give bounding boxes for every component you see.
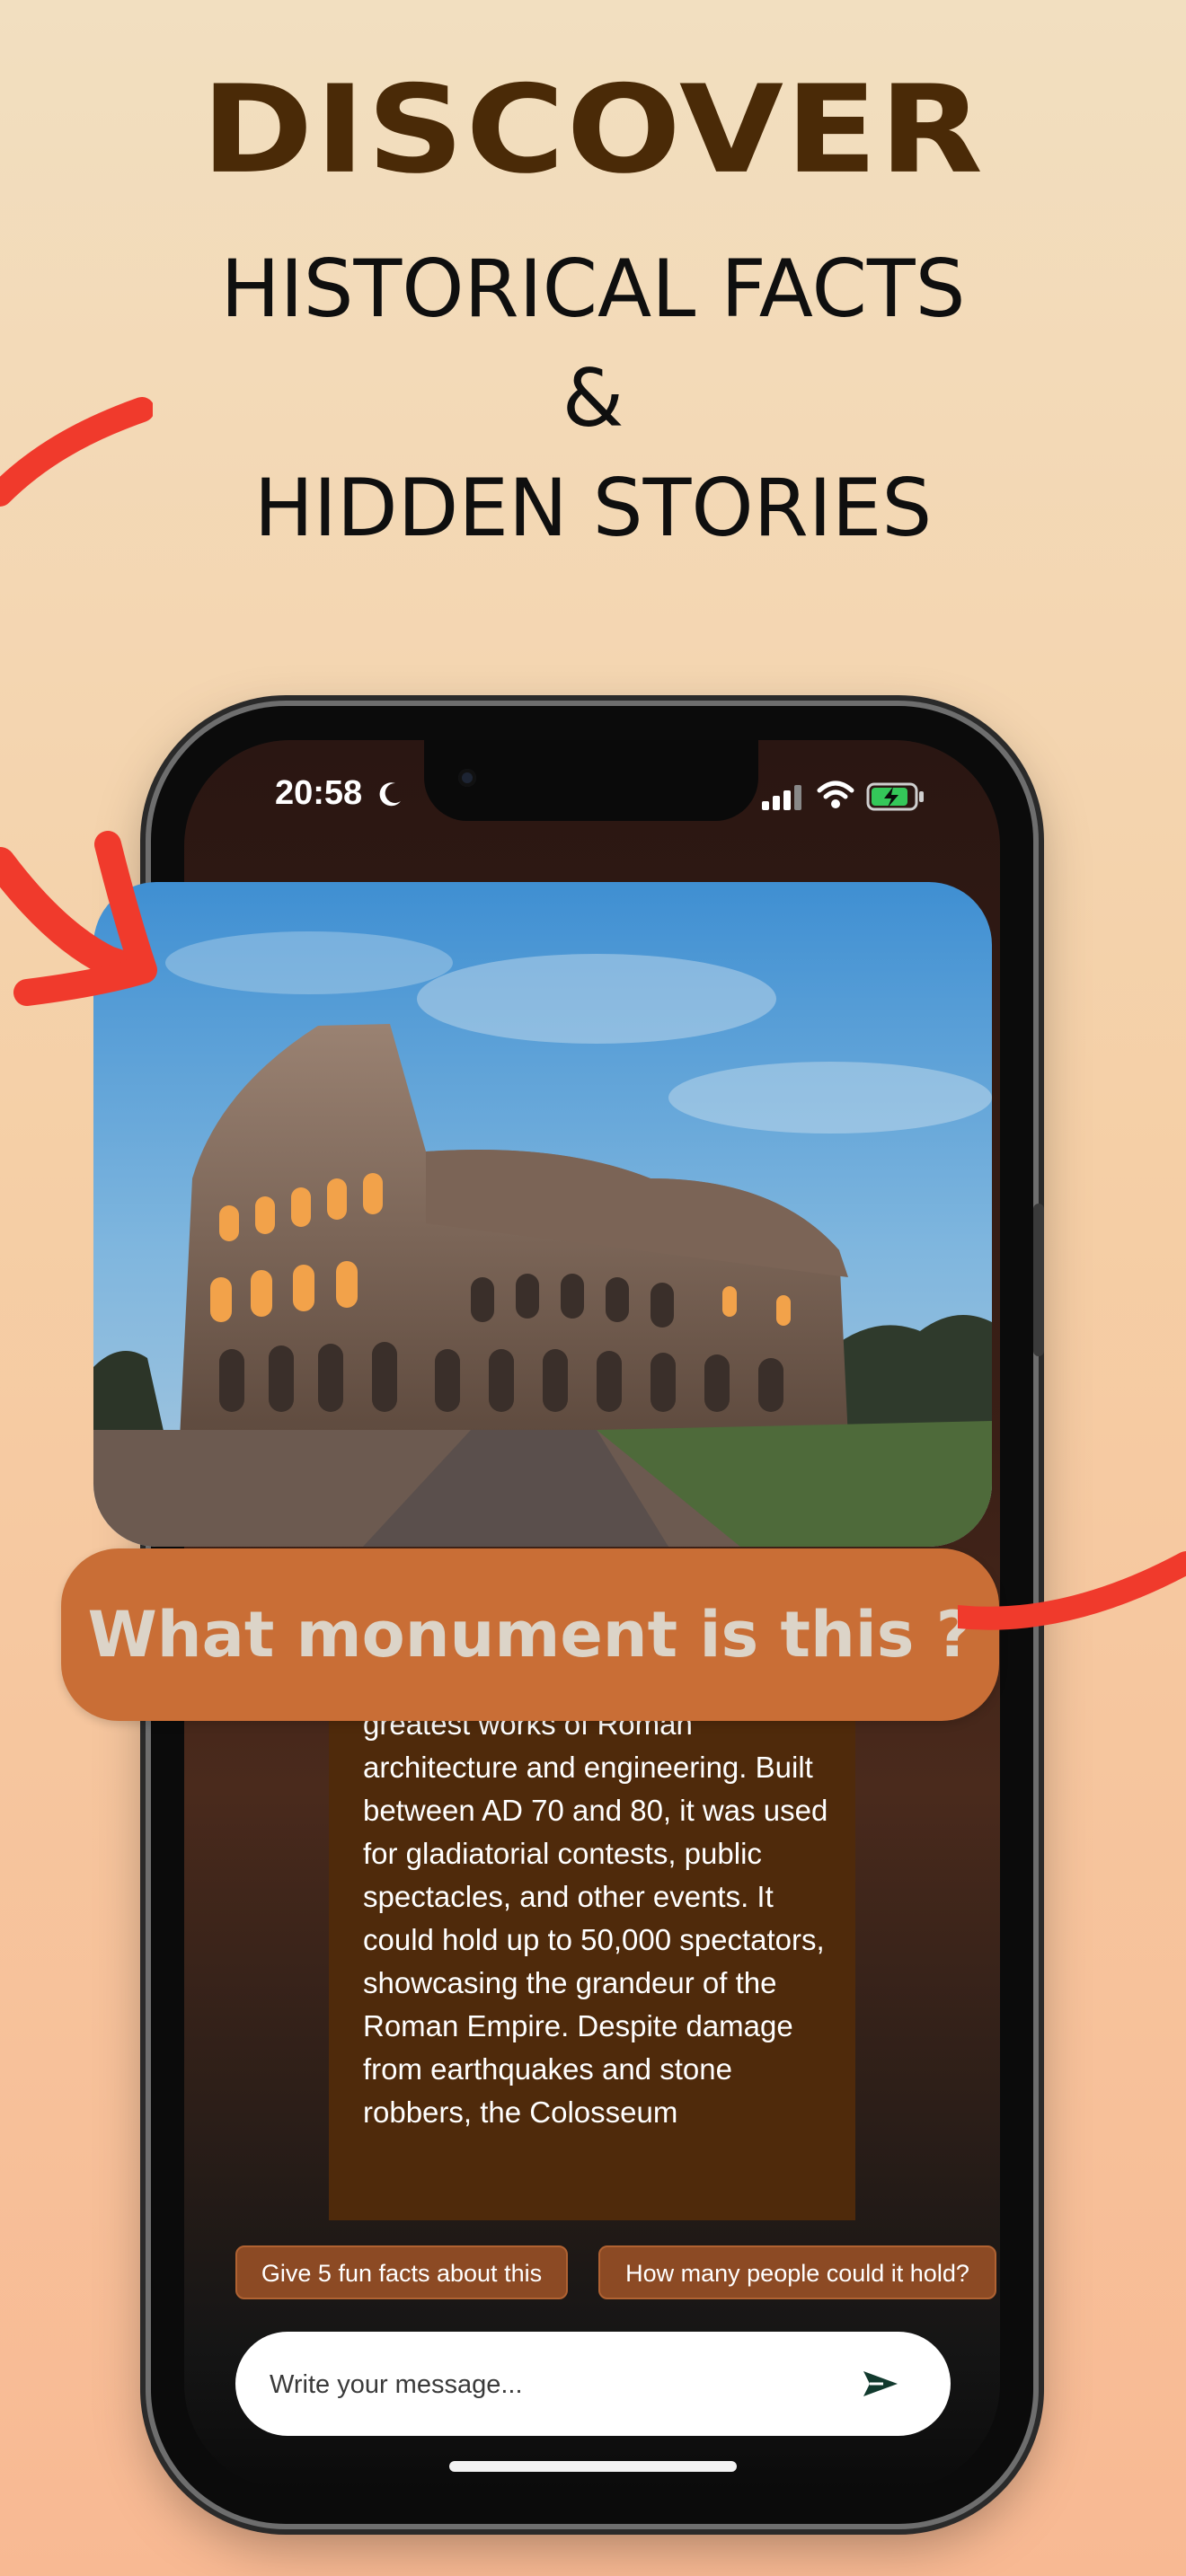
battery-charging-icon (866, 782, 924, 811)
home-indicator (449, 2461, 737, 2472)
decorative-arrow-pointing-photo (0, 831, 157, 1006)
headline-line-1: HISTORICAL FACTS (220, 243, 966, 335)
message-composer (235, 2332, 951, 2436)
send-button[interactable] (852, 2355, 909, 2413)
decorative-arrow-top-left (0, 397, 153, 507)
headline-title: DISCOVER (201, 59, 985, 201)
headline-ampersand: & (562, 352, 624, 445)
signal-icon (762, 785, 801, 810)
send-icon (863, 2371, 898, 2396)
question-bubble: What monument is this ? (61, 1548, 999, 1721)
wifi-icon (817, 781, 854, 808)
suggestion-chip-fun-facts[interactable]: Give 5 fun facts about this (235, 2245, 568, 2299)
message-input[interactable] (268, 2353, 810, 2416)
moon-icon (379, 782, 401, 807)
answer-text: amphitheatre and one of the greatest wor… (363, 1689, 828, 2129)
question-text: What monument is this ? (87, 1598, 973, 1672)
phone-side-button (1033, 1204, 1044, 1356)
headline-line-2: HIDDEN STORIES (253, 462, 933, 554)
answer-message: amphitheatre and one of the greatest wor… (329, 1689, 855, 2220)
status-time: 20:58 (275, 774, 363, 812)
decorative-arrow-right (958, 1551, 1186, 1630)
camera-icon (458, 769, 476, 787)
suggestion-chip-capacity[interactable]: How many people could it hold? (598, 2245, 996, 2299)
